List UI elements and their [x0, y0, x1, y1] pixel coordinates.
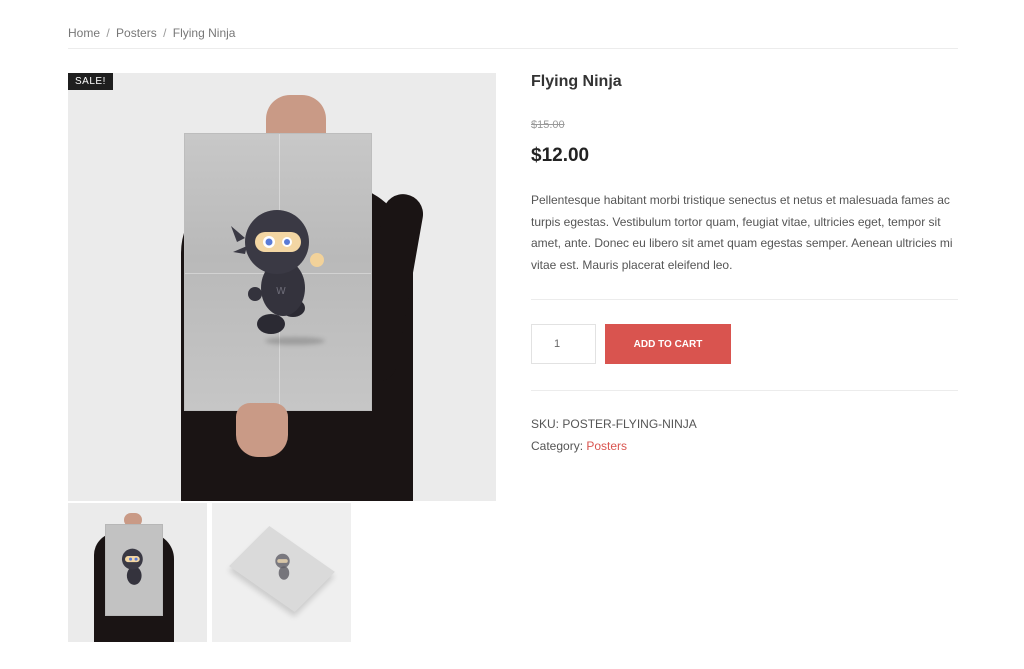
breadcrumb-home-link[interactable]: Home: [68, 26, 100, 40]
hand-bottom: [236, 403, 288, 457]
sale-price: $12.00: [531, 145, 590, 166]
poster: W: [184, 133, 372, 411]
thumbnail-poster-flat[interactable]: [212, 503, 351, 642]
sku-label: SKU:: [531, 417, 560, 431]
thumbnail-poster-held[interactable]: [68, 503, 207, 642]
regular-price: $15.00: [531, 119, 565, 131]
breadcrumb-current: Flying Ninja: [172, 26, 236, 40]
breadcrumb-category-link[interactable]: Posters: [116, 26, 157, 40]
ninja-illustration: W: [231, 210, 324, 334]
divider: [531, 299, 958, 300]
add-to-cart-button[interactable]: ADD TO CART: [605, 324, 731, 364]
product-category: Category: Posters: [531, 439, 627, 453]
breadcrumb: Home / Posters / Flying Ninja: [68, 26, 235, 40]
category-link[interactable]: Posters: [586, 439, 627, 453]
ninja-illustration: [275, 553, 290, 580]
divider: [68, 48, 958, 49]
main-product-image[interactable]: W: [68, 73, 496, 501]
divider: [531, 390, 958, 391]
product-description: Pellentesque habitant morbi tristique se…: [531, 193, 953, 272]
product-title: Flying Ninja: [531, 73, 622, 90]
category-label: Category:: [531, 439, 584, 453]
ninja-illustration: [121, 548, 143, 585]
product-sku: SKU: POSTER-FLYING-NINJA: [531, 417, 697, 431]
sale-badge: SALE!: [68, 73, 113, 90]
breadcrumb-separator: /: [163, 26, 167, 40]
breadcrumb-separator: /: [106, 26, 110, 40]
quantity-input[interactable]: [531, 324, 596, 364]
sku-value: POSTER-FLYING-NINJA: [562, 417, 697, 431]
svg-text:W: W: [276, 286, 286, 297]
